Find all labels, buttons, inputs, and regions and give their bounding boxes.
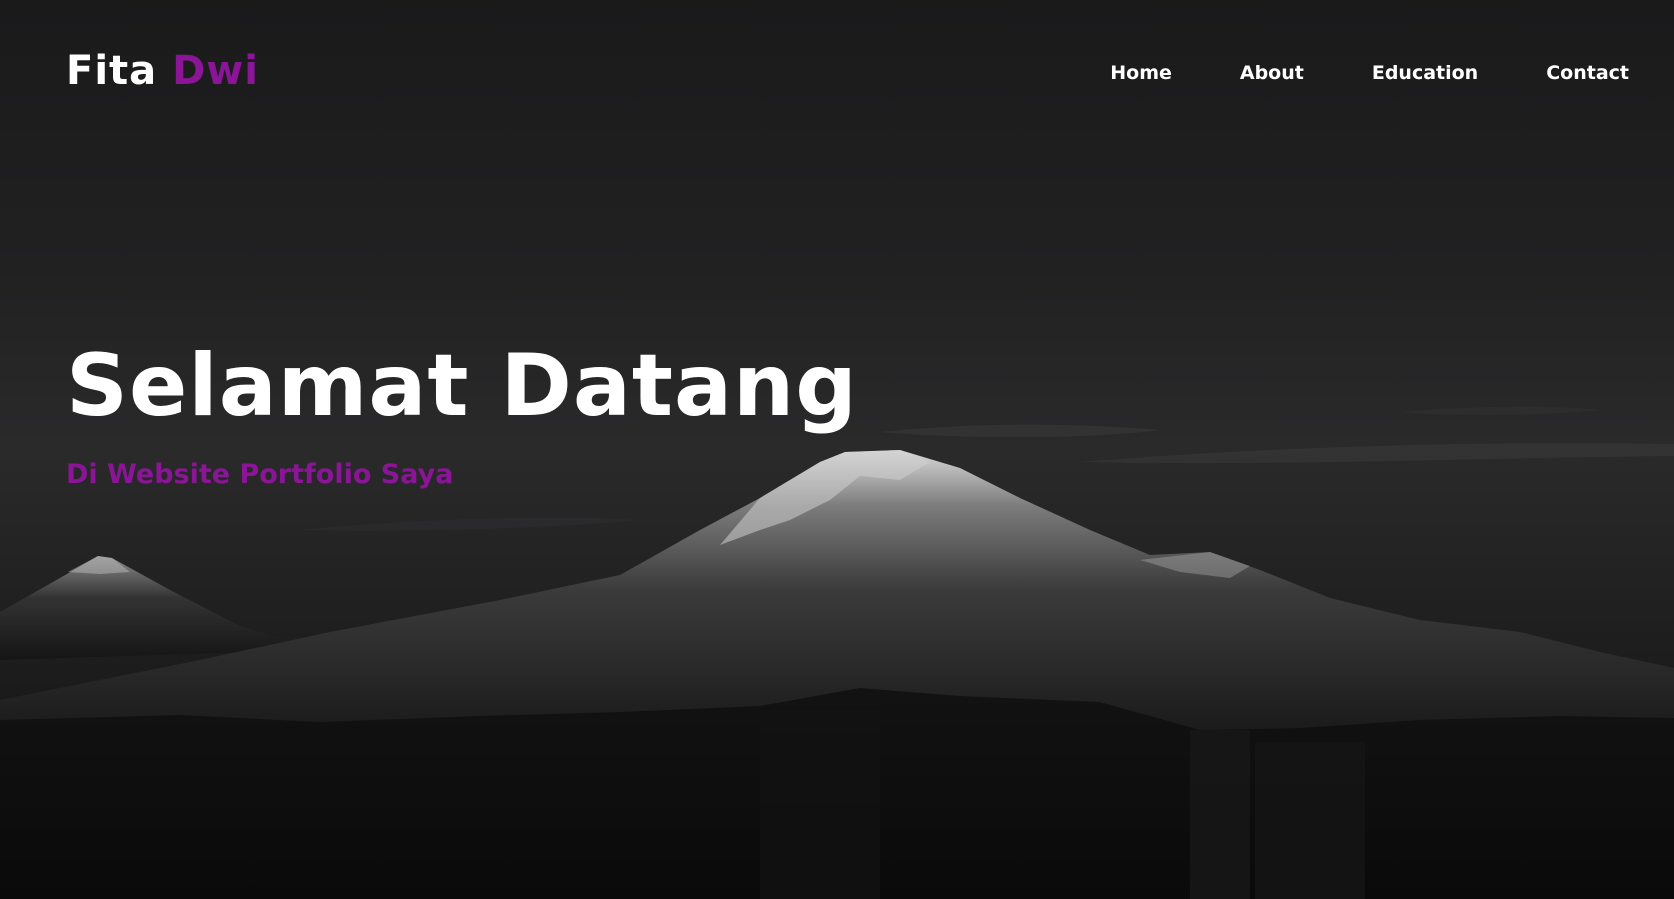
nav-item-home: Home (1042, 62, 1172, 84)
nav-menu: Home About Education Contact (1042, 62, 1629, 84)
logo-first-name: Fita (66, 48, 158, 94)
nav-link-home[interactable]: Home (1110, 62, 1172, 84)
nav-link-education[interactable]: Education (1372, 62, 1478, 84)
nav-link-contact[interactable]: Contact (1546, 62, 1629, 84)
hero-title: Selamat Datang (66, 336, 858, 436)
nav-item-education: Education (1304, 62, 1478, 84)
nav-item-about: About (1172, 62, 1304, 84)
hero-text: Selamat Datang Di Website Portfolio Saya (66, 343, 858, 490)
nav-link-about[interactable]: About (1240, 62, 1304, 84)
logo-second-name: Dwi (172, 48, 259, 94)
hero-section: Fita Dwi Home About Education Contact Se… (0, 0, 1674, 899)
site-logo[interactable]: Fita Dwi (66, 48, 259, 94)
nav-item-contact: Contact (1478, 62, 1629, 84)
hero-subtitle: Di Website Portfolio Saya (66, 459, 454, 490)
navbar: Fita Dwi Home About Education Contact (0, 0, 1674, 150)
